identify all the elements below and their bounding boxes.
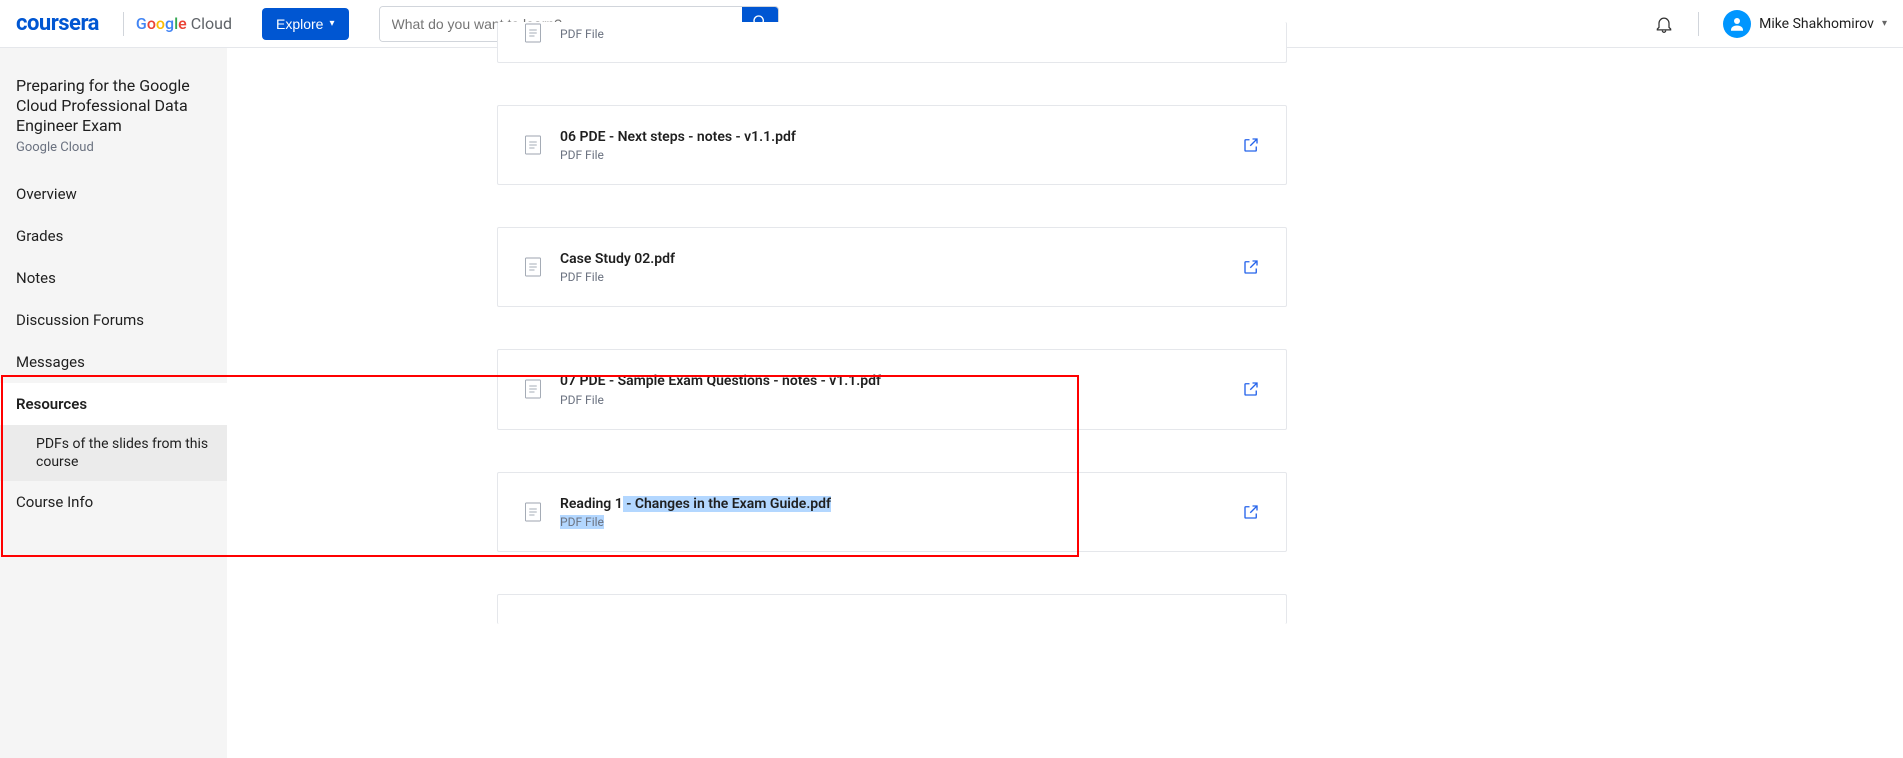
divider (123, 12, 124, 36)
avatar (1723, 10, 1751, 38)
document-icon (524, 256, 542, 278)
google-cloud-logo[interactable]: Google Cloud (136, 14, 232, 33)
file-list: PDF File06 PDE - Next steps - notes - v1… (497, 28, 1287, 584)
notifications-icon[interactable] (1654, 14, 1674, 34)
file-type: PDF File (560, 393, 1224, 407)
layout: Preparing for the Google Cloud Professio… (0, 48, 1903, 758)
sidebar-item-discussion-forums[interactable]: Discussion Forums (0, 299, 227, 341)
sidebar-item-grades[interactable]: Grades (0, 215, 227, 257)
file-row[interactable] (497, 594, 1287, 624)
file-info: Reading 1 - Changes in the Exam Guide.pd… (560, 495, 1224, 529)
file-info: 07 PDE - Sample Exam Questions - notes -… (560, 372, 1224, 406)
file-type: PDF File (560, 515, 1224, 529)
course-title: Preparing for the Google Cloud Professio… (0, 76, 227, 140)
sidebar-item-notes[interactable]: Notes (0, 257, 227, 299)
explore-label: Explore (276, 16, 323, 32)
explore-button[interactable]: Explore ▾ (262, 8, 349, 40)
open-external-icon[interactable] (1242, 136, 1260, 154)
sidebar-item-course-info[interactable]: Course Info (0, 481, 227, 523)
file-info: Case Study 02.pdf PDF File (560, 250, 1224, 284)
file-row[interactable]: 06 PDE - Next steps - notes - v1.1.pdf PD… (497, 105, 1287, 185)
file-row[interactable]: 07 PDE - Sample Exam Questions - notes -… (497, 349, 1287, 429)
file-row[interactable]: PDF File (497, 22, 1287, 63)
sidebar-subitem-pdfs[interactable]: PDFs of the slides from this course (0, 425, 227, 481)
file-info: PDF File (560, 25, 1260, 41)
file-type: PDF File (560, 148, 1224, 162)
sidebar: Preparing for the Google Cloud Professio… (0, 48, 227, 758)
file-type: PDF File (560, 270, 1224, 284)
document-icon (524, 22, 542, 44)
file-row[interactable]: Case Study 02.pdf PDF File (497, 227, 1287, 307)
username: Mike Shakhomirov (1759, 16, 1874, 32)
file-title: Reading 1 - Changes in the Exam Guide.pd… (560, 495, 1224, 513)
sidebar-item-overview[interactable]: Overview (0, 173, 227, 215)
file-title: 06 PDE - Next steps - notes - v1.1.pdf (560, 128, 1224, 146)
sidebar-item-resources[interactable]: Resources (0, 383, 227, 425)
document-icon (524, 134, 542, 156)
course-provider: Google Cloud (0, 140, 227, 173)
open-external-icon[interactable] (1242, 380, 1260, 398)
divider (1698, 12, 1699, 36)
file-type: PDF File (560, 27, 1260, 41)
file-row[interactable]: Reading 1 - Changes in the Exam Guide.pd… (497, 472, 1287, 552)
header-right: Mike Shakhomirov ▾ (1654, 10, 1887, 38)
chevron-down-icon: ▾ (329, 18, 334, 29)
file-title: 07 PDE - Sample Exam Questions - notes -… (560, 372, 1224, 390)
user-menu[interactable]: Mike Shakhomirov ▾ (1723, 10, 1887, 38)
file-title: Case Study 02.pdf (560, 250, 1224, 268)
document-icon (524, 501, 542, 523)
document-icon (524, 378, 542, 400)
chevron-down-icon: ▾ (1882, 18, 1887, 29)
main-content: PDF File06 PDE - Next steps - notes - v1… (227, 48, 1903, 758)
open-external-icon[interactable] (1242, 503, 1260, 521)
open-external-icon[interactable] (1242, 258, 1260, 276)
sidebar-item-messages[interactable]: Messages (0, 341, 227, 383)
file-info: 06 PDE - Next steps - notes - v1.1.pdf PD… (560, 128, 1224, 162)
coursera-logo[interactable]: coursera (16, 11, 99, 36)
